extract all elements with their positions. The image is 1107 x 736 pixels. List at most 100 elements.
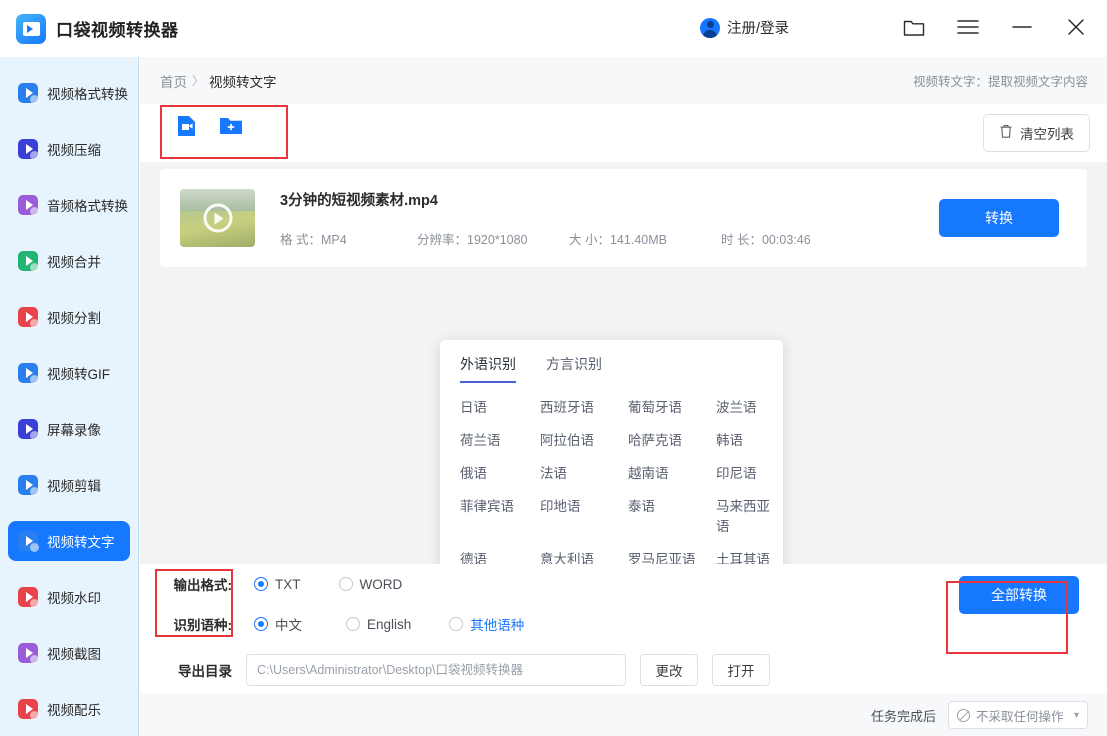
file-list-item[interactable]: 3分钟的短视频素材.mp4 格 式：MP4 分辨率：1920*1080 大 小：… bbox=[160, 169, 1087, 267]
sidebar-item-video-music[interactable]: 视频配乐 bbox=[8, 689, 130, 729]
language-option[interactable]: 俄语 bbox=[460, 462, 540, 482]
language-option[interactable]: 日语 bbox=[460, 396, 540, 416]
radio-label: TXT bbox=[275, 576, 301, 592]
video-watermark-icon bbox=[18, 587, 39, 608]
clear-list-label: 清空列表 bbox=[1020, 127, 1074, 142]
language-option[interactable]: 马来西亚语 bbox=[716, 495, 783, 535]
after-task-select[interactable]: 不采取任何操作 ▾ bbox=[948, 701, 1088, 729]
language-option[interactable]: 哈萨克语 bbox=[628, 429, 716, 449]
sidebar-item-audio-format-convert[interactable]: 音频格式转换 bbox=[8, 185, 130, 225]
breadcrumb-home[interactable]: 首页 bbox=[160, 71, 187, 91]
minimize-icon[interactable] bbox=[1007, 12, 1037, 42]
tab-dialect[interactable]: 方言识别 bbox=[546, 354, 602, 383]
file-info: 3分钟的短视频素材.mp4 格 式：MP4 分辨率：1920*1080 大 小：… bbox=[280, 189, 858, 248]
ban-icon bbox=[957, 708, 970, 722]
radio-label: WORD bbox=[359, 576, 403, 592]
change-directory-button[interactable]: 更改 bbox=[640, 654, 698, 686]
radio-dot-icon bbox=[254, 617, 268, 631]
language-option[interactable]: 法语 bbox=[540, 462, 628, 482]
tab-foreign-language[interactable]: 外语识别 bbox=[460, 354, 516, 383]
radio-output-word[interactable]: WORD bbox=[338, 576, 403, 592]
settings-panel: 输出格式: TXT WORD 识别语种: 中文 English 其他语种 导出目… bbox=[140, 564, 1107, 694]
radio-lang-other[interactable]: 其他语种 bbox=[449, 614, 524, 634]
sidebar-item-video-format-convert[interactable]: 视频格式转换 bbox=[8, 73, 130, 113]
account-label: 注册/登录 bbox=[727, 21, 790, 37]
chevron-down-icon: ▾ bbox=[1073, 709, 1079, 721]
after-task-value: 不采取任何操作 bbox=[976, 709, 1064, 724]
language-option[interactable]: 越南语 bbox=[628, 462, 716, 482]
close-icon[interactable] bbox=[1061, 12, 1091, 42]
sidebar-item-video-edit[interactable]: 视频剪辑 bbox=[8, 465, 130, 505]
language-option[interactable]: 西班牙语 bbox=[540, 396, 628, 416]
play-icon[interactable] bbox=[203, 203, 232, 233]
clear-list-button[interactable]: 清空列表 bbox=[983, 114, 1090, 152]
meta-label: 大 小： bbox=[569, 232, 610, 247]
video-split-icon bbox=[18, 307, 39, 328]
radio-dot-icon bbox=[338, 577, 353, 591]
sidebar-item-video-to-gif[interactable]: 视频转GIF bbox=[8, 353, 130, 393]
sidebar-item-video-screenshot[interactable]: 视频截图 bbox=[8, 633, 130, 673]
meta-value: MP4 bbox=[320, 232, 347, 247]
menu-icon[interactable] bbox=[953, 12, 983, 42]
add-video-file-icon[interactable] bbox=[174, 113, 200, 139]
convert-all-button[interactable]: 全部转换 bbox=[959, 576, 1079, 614]
sidebar-item-video-merge[interactable]: 视频合并 bbox=[8, 241, 130, 281]
sidebar-item-label: 音频格式转换 bbox=[47, 199, 128, 214]
sidebar-item-label: 视频压缩 bbox=[47, 143, 101, 158]
sidebar-item-video-watermark[interactable]: 视频水印 bbox=[8, 577, 130, 617]
screen-record-icon bbox=[18, 419, 39, 440]
avatar-icon bbox=[700, 17, 720, 38]
sidebar-item-label: 视频分割 bbox=[47, 311, 101, 326]
sidebar-item-label: 视频合并 bbox=[47, 255, 101, 270]
video-merge-icon bbox=[18, 251, 39, 272]
language-option[interactable]: 阿拉伯语 bbox=[540, 429, 628, 449]
breadcrumb-bar: 首页 〉 视频转文字 视频转文字：提取视频文字内容 bbox=[140, 57, 1107, 104]
open-directory-button[interactable]: 打开 bbox=[712, 654, 770, 686]
sidebar-item-label: 视频配乐 bbox=[47, 703, 101, 718]
radio-lang-chinese[interactable]: 中文 bbox=[254, 614, 302, 634]
language-option[interactable]: 葡萄牙语 bbox=[628, 396, 716, 416]
page-hint: 视频转文字：提取视频文字内容 bbox=[912, 75, 1088, 89]
video-format-convert-icon bbox=[18, 83, 39, 104]
folder-icon[interactable] bbox=[899, 12, 929, 42]
language-tabs: 外语识别 方言识别 bbox=[440, 354, 783, 383]
export-directory-row: 导出目录 C:\Users\Administrator\Desktop\口袋视频… bbox=[160, 654, 770, 686]
sidebar-item-video-to-text[interactable]: 视频转文字 bbox=[8, 521, 130, 561]
export-directory-input[interactable]: C:\Users\Administrator\Desktop\口袋视频转换器 bbox=[246, 654, 626, 686]
add-buttons-group bbox=[160, 105, 258, 147]
sidebar[interactable]: 视频格式转换 视频压缩 音频格式转换 视频合并 视频分割 视频转GIF 屏幕录像… bbox=[0, 57, 139, 736]
sidebar-item-label: 视频截图 bbox=[47, 647, 101, 662]
file-meta-size: 大 小：141.40MB bbox=[569, 229, 721, 248]
app-logo-icon bbox=[16, 13, 46, 44]
sidebar-item-label: 屏幕录像 bbox=[47, 423, 101, 438]
output-format-row: 输出格式: TXT WORD bbox=[160, 574, 403, 594]
sidebar-item-label: 视频剪辑 bbox=[47, 479, 101, 494]
convert-button[interactable]: 转换 bbox=[939, 199, 1059, 237]
sidebar-item-video-compress[interactable]: 视频压缩 bbox=[8, 129, 130, 169]
video-music-icon bbox=[18, 699, 39, 720]
language-option[interactable]: 泰语 bbox=[628, 495, 716, 535]
meta-label: 格 式： bbox=[280, 232, 321, 247]
language-option[interactable]: 韩语 bbox=[716, 429, 783, 449]
language-option[interactable]: 菲律宾语 bbox=[460, 495, 540, 535]
radio-dot-icon bbox=[254, 577, 268, 591]
radio-dot-icon bbox=[346, 617, 360, 631]
sidebar-item-screen-record[interactable]: 屏幕录像 bbox=[8, 409, 130, 449]
meta-value: 1920*1080 bbox=[467, 232, 528, 247]
language-option[interactable]: 印尼语 bbox=[716, 462, 783, 482]
video-to-gif-icon bbox=[18, 363, 39, 384]
add-folder-icon[interactable] bbox=[218, 113, 244, 139]
radio-output-txt[interactable]: TXT bbox=[254, 577, 301, 592]
radio-lang-english[interactable]: English bbox=[346, 617, 411, 632]
account-button[interactable]: 注册/登录 bbox=[700, 17, 789, 38]
main-content: 首页 〉 视频转文字 视频转文字：提取视频文字内容 清空列表 3分钟的短视频素材… bbox=[140, 57, 1107, 736]
bottom-status-bar: 任务完成后 不采取任何操作 ▾ bbox=[140, 694, 1107, 736]
breadcrumb-separator: 〉 bbox=[192, 74, 205, 88]
language-option[interactable]: 印地语 bbox=[540, 495, 628, 535]
language-option[interactable]: 波兰语 bbox=[716, 396, 783, 416]
radio-label: 其他语种 bbox=[470, 618, 525, 633]
sidebar-item-video-split[interactable]: 视频分割 bbox=[8, 297, 130, 337]
file-toolbar: 清空列表 bbox=[140, 104, 1107, 162]
file-meta-duration: 时 长：00:03:46 bbox=[721, 229, 858, 248]
language-option[interactable]: 荷兰语 bbox=[460, 429, 540, 449]
